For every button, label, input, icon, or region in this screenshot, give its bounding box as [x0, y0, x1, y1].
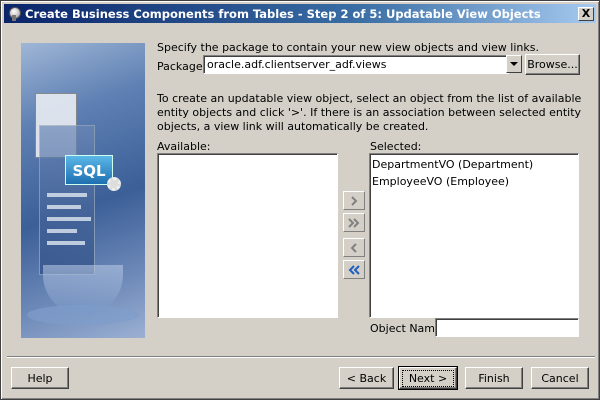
add-all-button[interactable] [343, 213, 365, 232]
package-instruction: Specify the package to contain your new … [157, 41, 539, 54]
browse-button[interactable]: Browse... [525, 54, 580, 75]
next-button[interactable]: Next > [398, 366, 458, 390]
cancel-button[interactable]: Cancel [531, 367, 589, 389]
illustration-tree-graphic [39, 125, 95, 275]
window-title: Create Business Components from Tables -… [25, 6, 541, 21]
selected-label: Selected: [370, 140, 422, 153]
chevron-left-icon [350, 242, 357, 253]
finish-button[interactable]: Finish [465, 367, 523, 389]
selected-list[interactable]: DepartmentVO (Department) EmployeeVO (Em… [369, 153, 579, 318]
title-bar[interactable]: Create Business Components from Tables -… [4, 4, 596, 23]
footer-separator [7, 356, 595, 358]
remove-all-button[interactable] [343, 260, 365, 279]
package-dropdown-arrow[interactable] [506, 55, 522, 73]
chevron-right-icon [351, 195, 358, 206]
back-button[interactable]: < Back [339, 367, 394, 389]
next-button-label: Next > [401, 369, 455, 387]
dialog-window: Create Business Components from Tables -… [0, 0, 600, 400]
jdeveloper-app-icon [6, 6, 22, 22]
available-list[interactable] [157, 153, 338, 318]
package-label: Package: [157, 60, 207, 73]
create-instruction: To create an updatable view object, sele… [157, 92, 582, 133]
package-input[interactable] [203, 55, 509, 74]
object-name-input[interactable] [435, 318, 579, 337]
remove-button[interactable] [343, 238, 365, 257]
illustration-tree-line [47, 205, 81, 209]
illustration-tree-line [47, 193, 87, 197]
double-chevron-left-icon [348, 264, 360, 275]
close-button[interactable]: X [578, 6, 594, 21]
double-chevron-right-icon [348, 217, 360, 228]
illustration-tree-line [47, 217, 91, 221]
gear-icon [107, 177, 121, 191]
help-button[interactable]: Help [11, 367, 69, 389]
wizard-illustration: SQL [21, 43, 145, 338]
saucer-graphic [27, 305, 139, 325]
add-button[interactable] [343, 191, 365, 210]
available-label: Available: [157, 140, 211, 153]
illustration-tree-line [47, 229, 77, 233]
list-item[interactable]: DepartmentVO (Department) [370, 156, 578, 173]
list-item[interactable]: EmployeeVO (Employee) [370, 173, 578, 190]
illustration-tree-line [47, 241, 85, 245]
sql-badge: SQL [65, 155, 113, 185]
